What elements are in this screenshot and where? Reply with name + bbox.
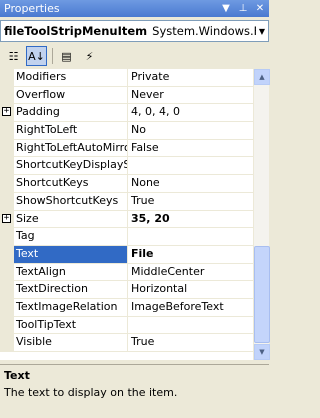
property-name[interactable]: RightToLeft — [14, 122, 128, 140]
row-margin — [0, 281, 14, 299]
property-name[interactable]: TextAlign — [14, 263, 128, 282]
property-row[interactable]: Visible True — [0, 334, 253, 352]
row-margin — [0, 245, 14, 264]
alphabetical-icon[interactable]: A↓ — [26, 46, 47, 66]
property-row[interactable]: + Padding 4, 0, 4, 0 — [0, 104, 253, 123]
property-grid: Modifiers Private Overflow Never + Padding 4, … — [0, 69, 253, 360]
property-name[interactable]: Size — [14, 210, 128, 229]
property-row[interactable]: Tag — [0, 228, 253, 246]
row-margin — [0, 86, 14, 105]
dropdown-arrow-icon[interactable]: ▼ — [218, 1, 234, 16]
row-margin — [0, 316, 14, 335]
property-row[interactable]: + Size 35, 20 — [0, 210, 253, 229]
property-value[interactable] — [128, 157, 253, 176]
chevron-down-icon[interactable]: ▼ — [256, 22, 268, 40]
object-type: System.Windows.Forms. — [152, 24, 256, 38]
row-margin — [0, 298, 14, 317]
property-value[interactable]: MiddleCenter — [128, 264, 253, 282]
property-row[interactable]: RightToLeftAutoMirror False — [0, 139, 253, 158]
row-margin — [0, 139, 14, 158]
property-value[interactable]: File — [128, 246, 253, 264]
expand-icon[interactable]: + — [2, 107, 11, 117]
properties-toolbar: ☷ A↓ ▤ ⚡ — [0, 44, 269, 68]
property-row[interactable]: TextAlign MiddleCenter — [0, 263, 253, 282]
description-pane: Text The text to display on the item. — [0, 364, 269, 418]
property-name[interactable]: ToolTipText — [14, 316, 128, 335]
row-margin — [0, 334, 14, 352]
scroll-thumb[interactable] — [254, 246, 270, 343]
row-margin — [0, 228, 14, 246]
property-value[interactable]: 4, 0, 4, 0 — [128, 104, 253, 123]
property-value[interactable] — [128, 317, 253, 335]
property-value[interactable]: False — [128, 140, 253, 158]
row-margin: + — [0, 104, 14, 123]
property-row[interactable]: ShowShortcutKeys True — [0, 192, 253, 211]
object-selector[interactable]: fileToolStripMenuItem System.Windows.For… — [0, 20, 269, 42]
property-value[interactable]: ImageBeforeText — [128, 299, 253, 317]
window-title: Properties — [4, 2, 60, 15]
title-bar[interactable]: Properties ▼ ⊥ ✕ — [0, 0, 269, 17]
scroll-down-icon[interactable]: ▼ — [254, 344, 270, 360]
property-value[interactable]: None — [128, 175, 253, 193]
property-value[interactable]: Never — [128, 87, 253, 105]
property-value[interactable]: True — [128, 193, 253, 211]
description-title: Text — [4, 369, 30, 382]
property-row[interactable]: ShortcutKeyDisplayStri — [0, 157, 253, 176]
row-margin — [0, 69, 14, 87]
property-row[interactable]: Overflow Never — [0, 86, 253, 105]
close-icon[interactable]: ✕ — [252, 1, 268, 16]
property-row[interactable]: Modifiers Private — [0, 69, 253, 87]
categorized-icon[interactable]: ☷ — [3, 46, 24, 66]
property-name[interactable]: TextDirection — [14, 281, 128, 299]
property-row[interactable]: TextImageRelation ImageBeforeText — [0, 298, 253, 317]
properties-icon[interactable]: ▤ — [56, 46, 77, 66]
property-name[interactable]: Visible — [14, 334, 128, 352]
description-text: The text to display on the item. — [4, 386, 178, 399]
property-value[interactable]: Private — [128, 69, 253, 87]
property-name[interactable]: ShowShortcutKeys — [14, 192, 128, 211]
property-name[interactable]: Text — [14, 245, 128, 264]
property-value[interactable] — [128, 228, 253, 246]
property-name[interactable]: Tag — [14, 228, 128, 246]
pin-icon[interactable]: ⊥ — [235, 1, 251, 16]
row-margin — [0, 157, 14, 176]
expand-icon[interactable]: + — [2, 213, 11, 223]
property-value[interactable]: True — [128, 334, 253, 352]
object-name: fileToolStripMenuItem — [4, 24, 148, 38]
property-row[interactable]: Text File — [0, 245, 253, 264]
row-margin — [0, 263, 14, 282]
property-name[interactable]: Modifiers — [14, 69, 128, 87]
property-row[interactable]: RightToLeft No — [0, 122, 253, 140]
property-name[interactable]: RightToLeftAutoMirror — [14, 139, 128, 158]
vertical-scrollbar[interactable]: ▲ ▼ — [253, 69, 270, 360]
property-name[interactable]: TextImageRelation — [14, 298, 128, 317]
toolbar-separator — [52, 48, 53, 64]
row-margin — [0, 192, 14, 211]
property-value[interactable]: Horizontal — [128, 281, 253, 299]
property-name[interactable]: Overflow — [14, 86, 128, 105]
property-value[interactable]: 35, 20 — [128, 211, 253, 229]
row-margin — [0, 175, 14, 193]
property-name[interactable]: Padding — [14, 104, 128, 123]
scroll-up-icon[interactable]: ▲ — [254, 69, 270, 85]
property-name[interactable]: ShortcutKeyDisplayStri — [14, 157, 128, 176]
events-icon[interactable]: ⚡ — [79, 46, 100, 66]
row-margin — [0, 122, 14, 140]
property-row[interactable]: ShortcutKeys None — [0, 175, 253, 193]
property-name[interactable]: ShortcutKeys — [14, 175, 128, 193]
property-value[interactable]: No — [128, 122, 253, 140]
property-row[interactable]: ToolTipText — [0, 316, 253, 335]
row-margin: + — [0, 210, 14, 229]
property-row[interactable]: TextDirection Horizontal — [0, 281, 253, 299]
